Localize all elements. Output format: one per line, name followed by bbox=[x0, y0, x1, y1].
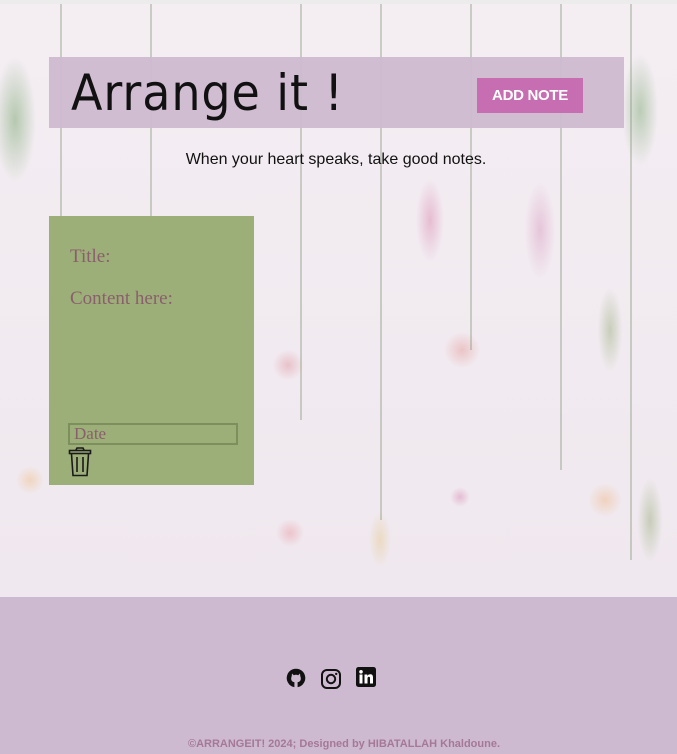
app-title: Arrange it ! bbox=[71, 64, 344, 122]
instagram-link[interactable] bbox=[320, 668, 342, 690]
linkedin-link[interactable] bbox=[356, 667, 378, 689]
date-input[interactable] bbox=[68, 423, 238, 445]
trash-icon bbox=[68, 447, 92, 477]
note-content-field[interactable]: Content here: bbox=[70, 288, 173, 310]
tagline: When your heart speaks, take good notes. bbox=[185, 151, 487, 168]
github-link[interactable] bbox=[286, 668, 308, 690]
vine-decoration bbox=[630, 0, 632, 560]
add-note-button[interactable]: ADD NOTE bbox=[477, 78, 583, 113]
delete-note-button[interactable] bbox=[68, 447, 92, 477]
note-card: Title: Content here: bbox=[49, 216, 254, 485]
instagram-icon bbox=[321, 669, 341, 689]
github-icon bbox=[286, 668, 306, 688]
note-title-field[interactable]: Title: bbox=[70, 246, 111, 268]
vine-decoration bbox=[470, 0, 472, 350]
page-footer: ©ARRANGEIT! 2024; Designed by HIBATALLAH… bbox=[0, 597, 677, 754]
app-header: Arrange it ! ADD NOTE bbox=[49, 57, 624, 128]
top-border bbox=[0, 0, 677, 4]
linkedin-icon bbox=[356, 667, 376, 687]
copyright-text: ©ARRANGEIT! 2024; Designed by HIBATALLAH… bbox=[187, 738, 501, 750]
